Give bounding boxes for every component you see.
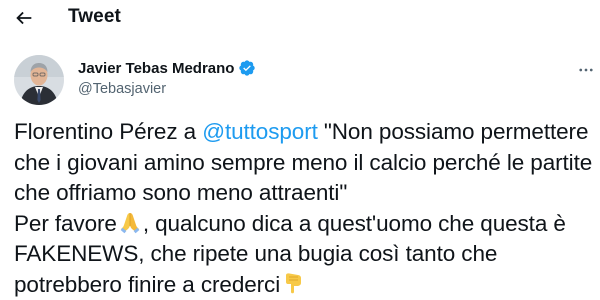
arrow-left-icon — [16, 11, 32, 25]
author-handle[interactable]: @Tebasjavier — [78, 81, 166, 97]
verified-badge-icon — [239, 60, 256, 76]
top-bar: Tweet — [0, 0, 600, 36]
avatar[interactable] — [14, 55, 64, 105]
page-title: Tweet — [68, 6, 121, 27]
folded-hands-emoji — [120, 212, 140, 233]
tweet-text: Florentino Pérez a @tuttosport "Non poss… — [14, 117, 598, 300]
tweet-text-part1: Florentino Pérez a — [14, 119, 203, 144]
more-dots-icon — [579, 68, 593, 72]
more-button[interactable] — [574, 58, 598, 82]
mention-link[interactable]: @tuttosport — [202, 119, 318, 144]
author-name[interactable]: Javier Tebas Medrano — [78, 60, 234, 77]
pointing-down-emoji — [286, 272, 302, 293]
author-name-row: Javier Tebas Medrano — [78, 59, 256, 77]
back-button[interactable] — [10, 4, 38, 32]
avatar-image — [14, 55, 64, 105]
